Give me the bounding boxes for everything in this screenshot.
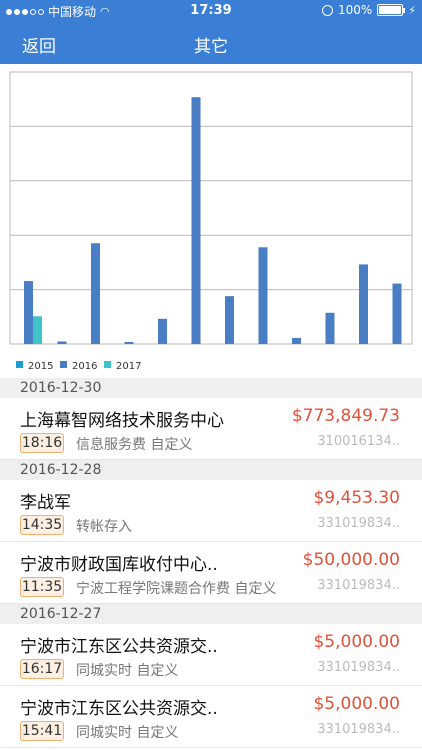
bar-2016-12 bbox=[392, 283, 402, 344]
bar-2017-1 bbox=[33, 316, 42, 344]
account-number: 331019834.. bbox=[317, 722, 400, 737]
bar-2016-3 bbox=[91, 243, 100, 344]
date-header: 2016-12-28 bbox=[0, 460, 422, 480]
bar-2016-5 bbox=[158, 318, 167, 344]
page-title: 其它 bbox=[194, 37, 228, 57]
status-bar: 中国移动 ◠ 17:39 100% ⚡ bbox=[0, 0, 422, 22]
transaction-desc: 转帐存入 bbox=[76, 519, 132, 535]
rotation-lock-icon bbox=[321, 4, 333, 16]
legend-label-2015: 2015 bbox=[28, 361, 53, 372]
transaction-desc: 宁波工程学院课题合作费 自定义 bbox=[76, 581, 277, 597]
bar-2016-11 bbox=[359, 264, 368, 344]
legend-label-2016: 2016 bbox=[72, 361, 97, 372]
account-number: 331019834.. bbox=[317, 578, 400, 593]
amount: $773,849.73 bbox=[291, 406, 400, 426]
legend-label-2017: 2017 bbox=[116, 361, 141, 372]
bar-2016-7 bbox=[225, 296, 234, 344]
bar-2016-4 bbox=[124, 341, 134, 344]
amount: $5,000.00 bbox=[313, 694, 400, 714]
payee-name: 宁波市财政国库收付中心.. bbox=[20, 555, 218, 575]
transaction-row[interactable]: 宁波市财政国库收付中心.. $50,000.00 11:35 宁波工程学院课题合作费 … bbox=[0, 542, 422, 604]
transaction-row[interactable]: 李战军 $9,453.30 14:35 转帐存入 331019834.. bbox=[0, 480, 422, 542]
transaction-row[interactable]: 宁波市江东区公共资源交.. $5,000.00 16:17 同城实时 自定义 33101… bbox=[0, 624, 422, 686]
bar-chart: 2015 2016 2017 bbox=[9, 71, 413, 372]
date-header: 2016-12-27 bbox=[0, 604, 422, 624]
status-right: 100% ⚡ bbox=[321, 3, 416, 17]
battery-percent: 100% bbox=[337, 3, 373, 17]
bar-2016-2 bbox=[57, 341, 67, 344]
charging-icon: ⚡ bbox=[408, 3, 416, 17]
bar-2016-9 bbox=[292, 337, 301, 344]
legend-swatch-2016 bbox=[60, 361, 67, 368]
chart: 2015 2016 2017 bbox=[0, 64, 422, 378]
bar-2016-10 bbox=[325, 312, 335, 344]
transaction-desc: 同城实时 自定义 bbox=[76, 725, 179, 741]
transaction-row[interactable]: 上海幕智网络技术服务中心 $773,849.73 18:16 信息服务费 自定义 310… bbox=[0, 398, 422, 460]
time-badge: 15:41 bbox=[20, 721, 64, 741]
legend-swatch-2017 bbox=[104, 361, 111, 368]
time-badge: 14:35 bbox=[20, 515, 64, 535]
time-badge: 16:17 bbox=[20, 659, 64, 679]
time-badge: 11:35 bbox=[20, 577, 64, 597]
bar-2016-8 bbox=[258, 247, 268, 344]
time-badge: 18:16 bbox=[20, 433, 64, 453]
plot-frame bbox=[9, 71, 413, 345]
amount: $9,453.30 bbox=[313, 488, 400, 508]
amount: $5,000.00 bbox=[313, 632, 400, 652]
battery-icon bbox=[377, 4, 406, 16]
payee-name: 宁波市江东区公共资源交.. bbox=[20, 637, 218, 657]
amount: $50,000.00 bbox=[302, 550, 400, 570]
nav-bar: 返回 其它 bbox=[0, 22, 422, 64]
account-number: 310016134.. bbox=[317, 434, 400, 449]
legend-swatch-2015 bbox=[16, 361, 23, 368]
transaction-list: 2016-12-30 上海幕智网络技术服务中心 $773,849.73 18:16 信息… bbox=[0, 378, 422, 748]
transaction-desc: 同城实时 自定义 bbox=[76, 663, 179, 679]
back-button[interactable]: 返回 bbox=[22, 32, 56, 57]
date-header: 2016-12-30 bbox=[0, 378, 422, 398]
payee-name: 上海幕智网络技术服务中心 bbox=[20, 411, 224, 431]
payee-name: 宁波市江东区公共资源交.. bbox=[20, 699, 218, 719]
account-number: 331019834.. bbox=[317, 516, 400, 531]
transaction-row[interactable]: 宁波市江东区公共资源交.. $5,000.00 15:41 同城实时 自定义 33101… bbox=[0, 686, 422, 748]
bar-2016-1 bbox=[24, 281, 33, 344]
transaction-desc: 信息服务费 自定义 bbox=[76, 437, 193, 453]
bar-2016-6 bbox=[191, 97, 201, 344]
account-number: 331019834.. bbox=[317, 660, 400, 675]
payee-name: 李战军 bbox=[20, 493, 71, 513]
